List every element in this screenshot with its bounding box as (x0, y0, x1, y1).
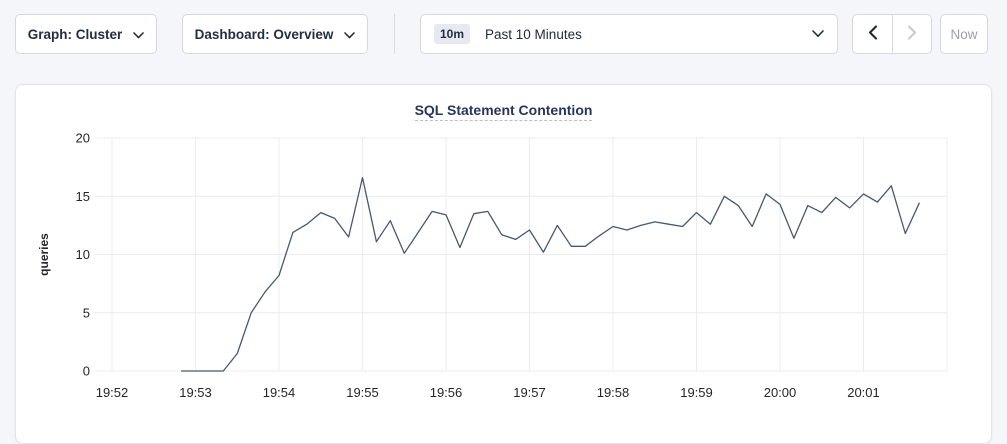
time-window-badge: 10m (434, 24, 470, 44)
chart-grid (95, 138, 947, 371)
y-tick-label: 5 (83, 305, 90, 320)
x-tick-label: 19:52 (96, 385, 129, 400)
chevron-down-icon (812, 30, 824, 38)
x-tick-label: 19:53 (179, 385, 212, 400)
chevron-down-icon (133, 27, 144, 42)
now-button[interactable]: Now (940, 14, 988, 54)
graph-dropdown[interactable]: Graph: Cluster (15, 14, 157, 54)
dashboard-dropdown-label: Dashboard: Overview (195, 27, 334, 42)
toolbar-divider (394, 14, 395, 54)
chart-title-row: SQL Statement Contention (16, 85, 991, 122)
chevron-left-icon (868, 25, 878, 43)
time-window-label: Past 10 Minutes (485, 27, 582, 42)
graph-dropdown-label: Graph: Cluster (28, 27, 123, 42)
y-tick-label: 20 (76, 131, 90, 146)
time-step-buttons (852, 14, 932, 54)
dashboard-dropdown[interactable]: Dashboard: Overview (182, 14, 368, 54)
x-tick-label: 19:56 (430, 385, 463, 400)
x-tick-label: 20:00 (764, 385, 797, 400)
chart-axis-labels: 0 5 10 15 20 19:52 19:53 19:54 19:55 19:56 19:57 19… (76, 131, 880, 401)
toolbar: Graph: Cluster Dashboard: Overview 10m P… (0, 0, 1007, 54)
chevron-down-icon (344, 27, 355, 42)
x-tick-label: 20:01 (847, 385, 880, 400)
sql-statement-contention-chart[interactable]: 0 5 10 15 20 19:52 19:53 19:54 19:55 19:56 19:57 19… (16, 123, 991, 423)
chevron-right-icon (907, 25, 917, 43)
x-tick-label: 19:55 (346, 385, 379, 400)
y-tick-label: 15 (76, 189, 90, 204)
y-axis-title: queries (37, 233, 51, 276)
x-tick-label: 19:58 (597, 385, 630, 400)
now-button-label: Now (950, 27, 977, 42)
time-range-picker[interactable]: 10m Past 10 Minutes (420, 14, 838, 54)
x-tick-label: 19:57 (513, 385, 546, 400)
series-line-queries (182, 178, 920, 371)
chart-panel: SQL Statement Contention 0 5 10 15 20 19:52 19… (15, 84, 992, 444)
chart-title[interactable]: SQL Statement Contention (415, 102, 593, 121)
next-time-button[interactable] (892, 15, 931, 53)
x-tick-label: 19:54 (263, 385, 296, 400)
y-tick-label: 10 (76, 247, 90, 262)
x-tick-label: 19:59 (680, 385, 713, 400)
prev-time-button[interactable] (853, 15, 892, 53)
y-tick-label: 0 (83, 364, 90, 379)
